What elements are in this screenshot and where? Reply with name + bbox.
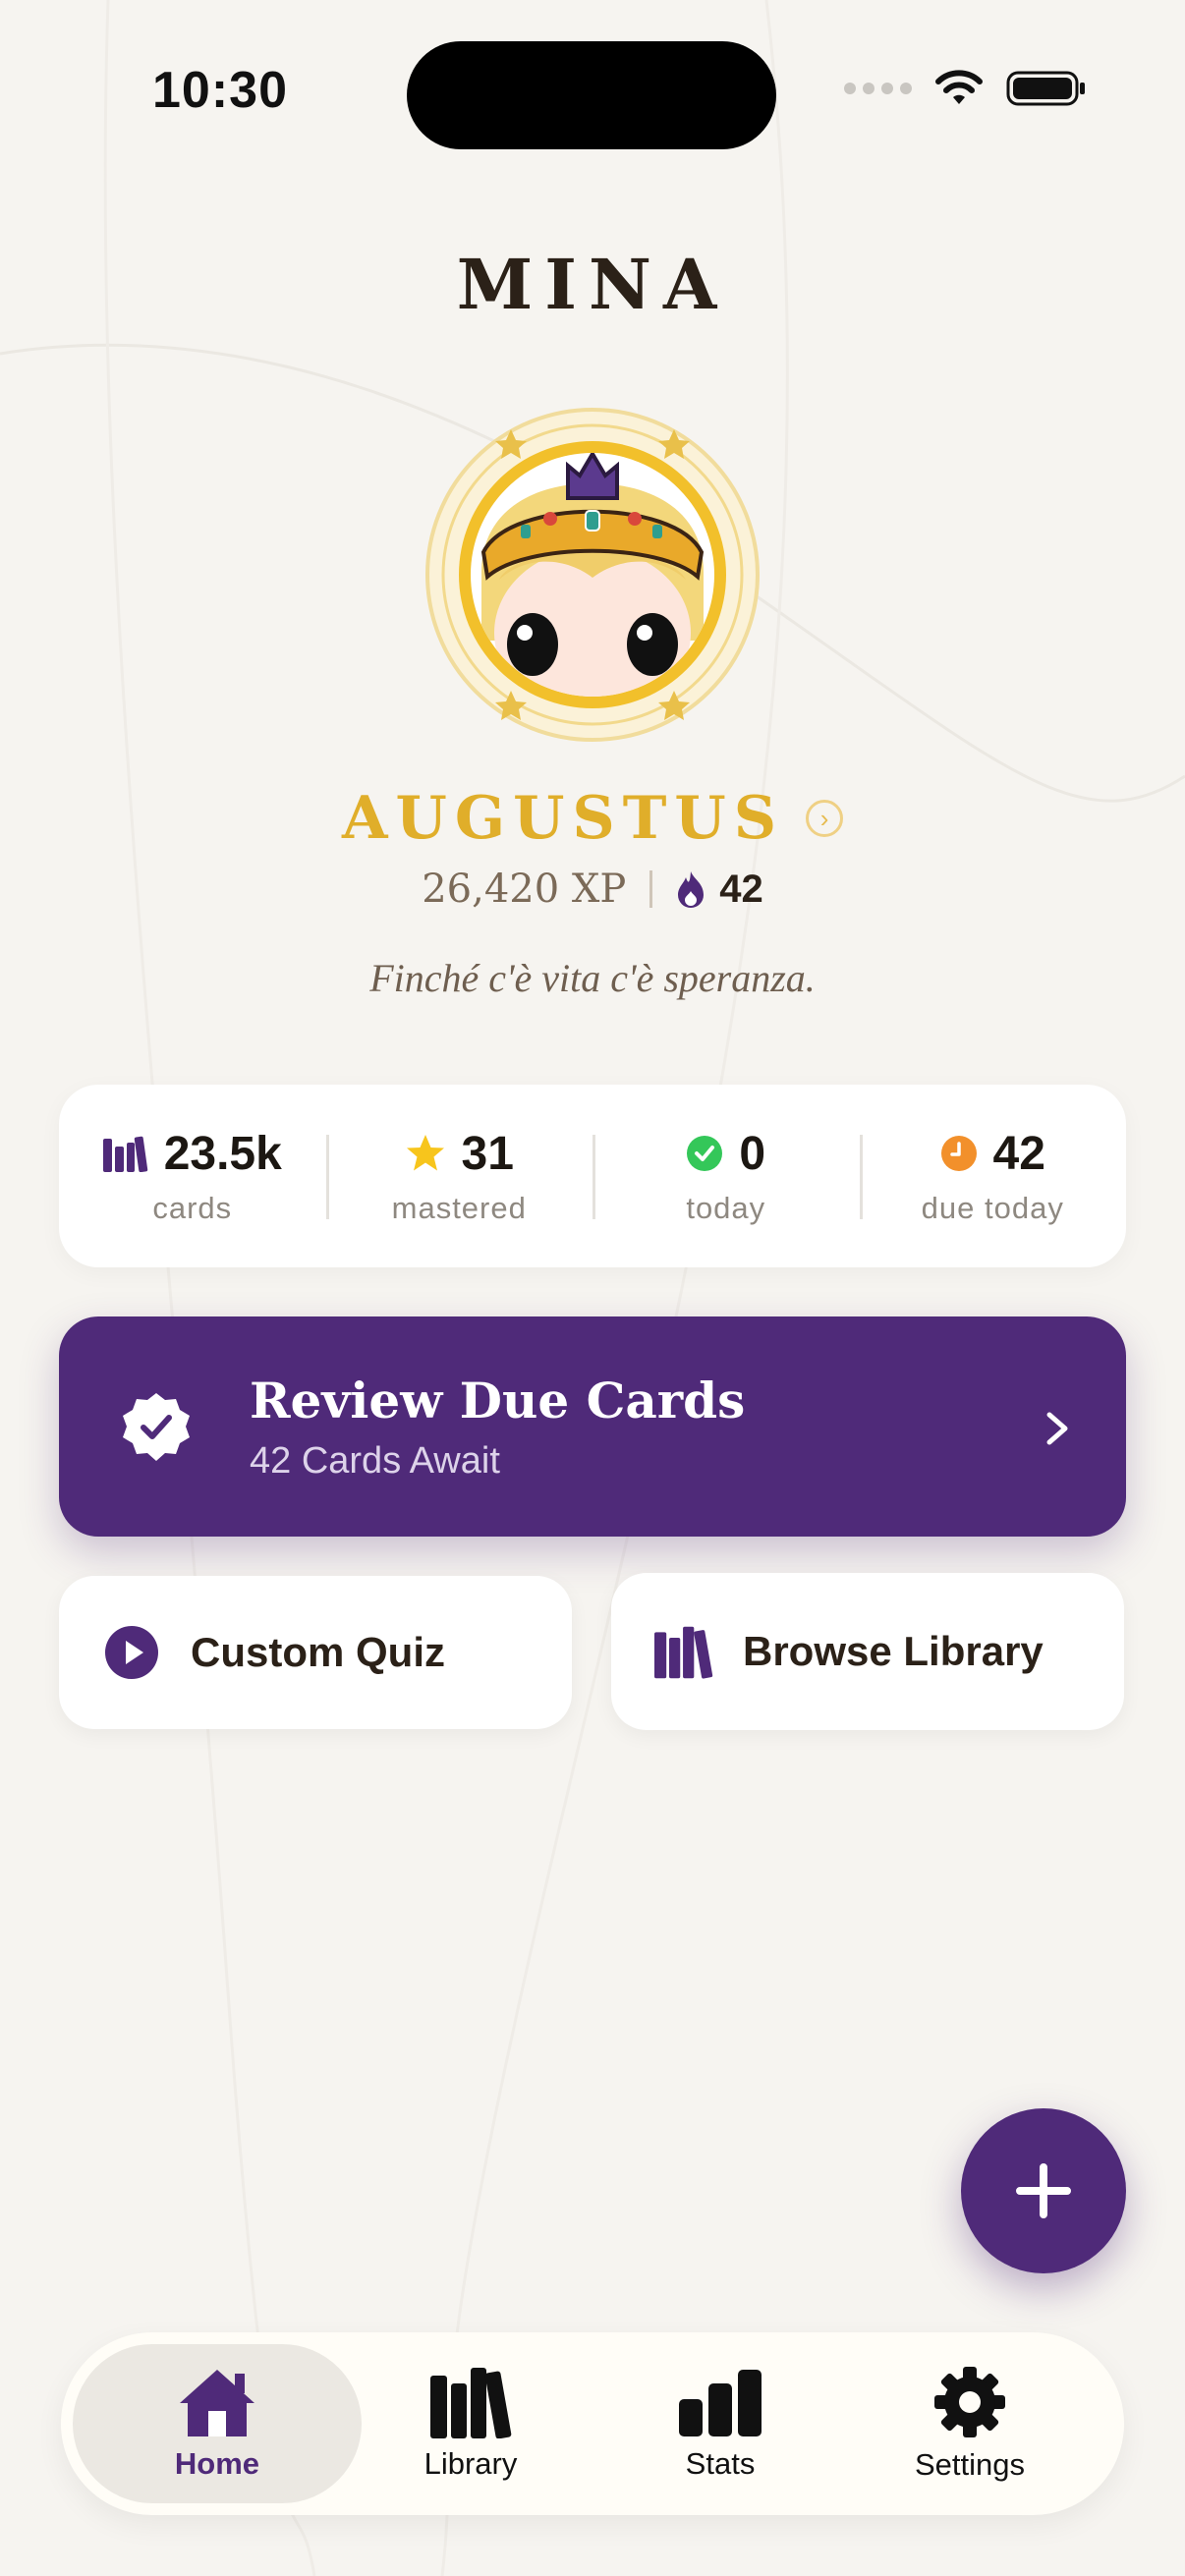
gear-icon <box>934 2367 1005 2437</box>
tab-bar: Home Library Stats Settings <box>61 2332 1124 2515</box>
xp-row: 26,420 XP 42 <box>0 867 1185 912</box>
house-icon <box>180 2370 254 2436</box>
avatar[interactable] <box>423 405 762 745</box>
tab-label: Home <box>174 2446 260 2481</box>
review-subtitle: 42 Cards Await <box>250 1440 500 1482</box>
streak: 42 <box>676 868 763 912</box>
status-time: 10:30 <box>152 62 288 119</box>
browse-library-button[interactable]: Browse Library <box>611 1573 1124 1730</box>
flame-icon <box>678 871 705 908</box>
stat-cards: 23.5k cards <box>59 1127 326 1226</box>
browse-library-label: Browse Library <box>743 1628 1044 1674</box>
app-title: MINA <box>456 244 729 325</box>
verified-badge-icon <box>123 1393 190 1461</box>
divider <box>649 870 653 908</box>
books-icon <box>102 1136 147 1172</box>
rank-row[interactable]: AUGUSTUS › <box>0 784 1185 853</box>
star-icon <box>406 1135 444 1171</box>
books-icon <box>654 1622 713 1681</box>
chevron-right-icon <box>1046 1412 1068 1445</box>
stat-value: 31 <box>461 1127 514 1180</box>
stat-value: 0 <box>739 1127 766 1180</box>
cellular-signal-icon <box>844 83 912 94</box>
wifi-icon <box>935 70 983 104</box>
xp-total: 26,420 XP <box>422 867 627 912</box>
tab-stats[interactable]: Stats <box>576 2344 865 2503</box>
stat-label: mastered <box>391 1190 527 1225</box>
books-icon <box>430 2368 512 2438</box>
stat-label: today <box>686 1190 766 1225</box>
motto-quote: Finché c'è vita c'è speranza. <box>369 956 816 1000</box>
tab-settings[interactable]: Settings <box>825 2344 1114 2503</box>
stat-value: 42 <box>992 1127 1045 1180</box>
play-circle-icon <box>102 1623 161 1682</box>
battery-icon <box>1006 71 1085 106</box>
stat-value: 23.5k <box>163 1127 282 1180</box>
tab-label: Settings <box>914 2447 1025 2482</box>
review-title: Review Due Cards <box>250 1372 746 1429</box>
bar-chart-icon <box>679 2370 762 2436</box>
stat-mastered: 31 mastered <box>325 1127 593 1226</box>
tab-home[interactable]: Home <box>73 2344 362 2503</box>
tab-label: Library <box>423 2446 518 2481</box>
rank-name: AUGUSTUS <box>341 784 785 853</box>
stat-label: due today <box>921 1190 1064 1225</box>
review-due-cards-button[interactable]: Review Due Cards 42 Cards Await <box>59 1316 1126 1537</box>
streak-count: 42 <box>719 867 763 911</box>
avatar-portrait <box>425 408 760 742</box>
dynamic-island <box>407 41 776 149</box>
tab-label: Stats <box>685 2446 756 2481</box>
plus-icon <box>1016 2163 1071 2218</box>
status-icons <box>844 69 1087 108</box>
custom-quiz-button[interactable]: Custom Quiz <box>59 1576 572 1729</box>
chevron-right-icon[interactable]: › <box>806 800 844 837</box>
check-circle-icon <box>687 1136 723 1171</box>
clock-icon <box>940 1136 977 1171</box>
stat-due-today: 42 due today <box>859 1127 1127 1226</box>
stats-card: 23.5k cards 31 mastered 0 today 42 due t… <box>59 1085 1126 1267</box>
stat-label: cards <box>152 1190 233 1225</box>
stat-today: 0 today <box>592 1127 860 1226</box>
tab-library[interactable]: Library <box>326 2344 615 2503</box>
custom-quiz-label: Custom Quiz <box>191 1629 445 1675</box>
add-button[interactable] <box>961 2108 1126 2273</box>
